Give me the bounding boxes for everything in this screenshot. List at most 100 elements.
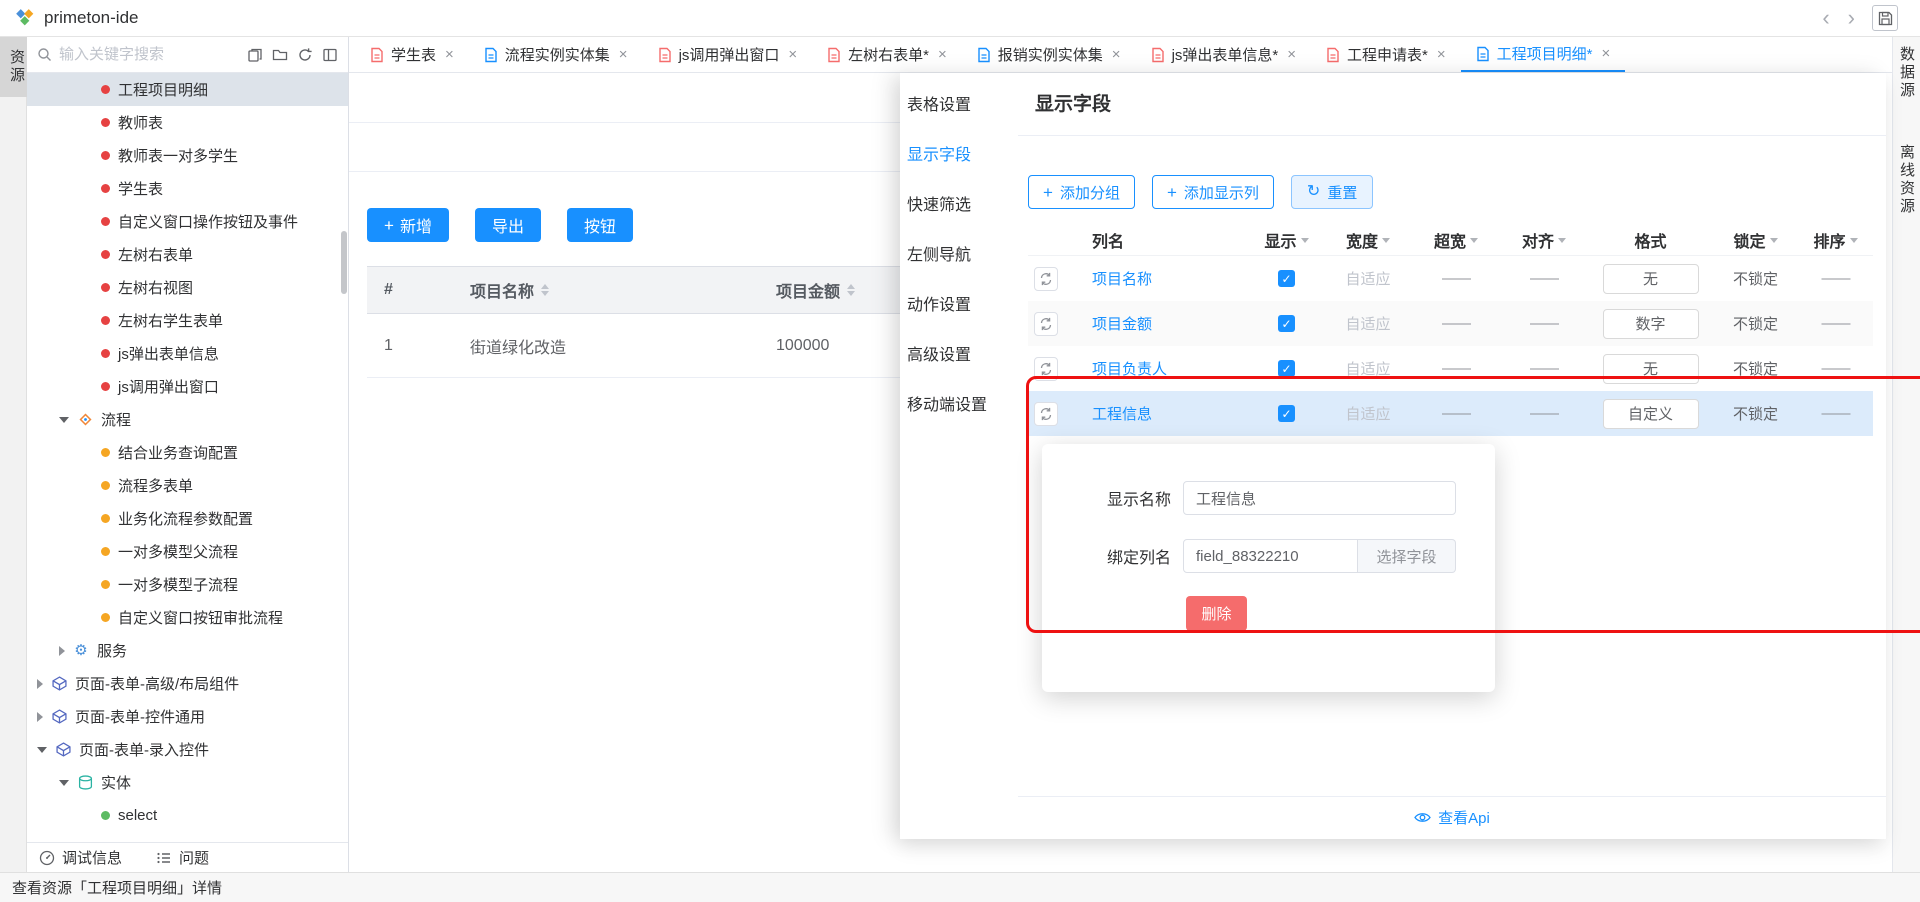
table-row[interactable]: 1 街道绿化改造 100000: [367, 314, 900, 378]
overwide-value[interactable]: ——: [1412, 270, 1500, 287]
folder-icon[interactable]: [272, 47, 288, 63]
dock-tab-datasource[interactable]: 数据源: [1896, 46, 1917, 100]
tree-item-16[interactable]: 自定义窗口按钮审批流程: [27, 601, 348, 634]
drawer-menu-item-2[interactable]: 快速筛选: [900, 178, 1018, 228]
display-col-header-6[interactable]: 锁定: [1713, 228, 1798, 252]
drawer-menu-item-4[interactable]: 动作设置: [900, 278, 1018, 328]
tree-item-7[interactable]: 左树右学生表单: [27, 304, 348, 337]
problems-button[interactable]: 问题: [156, 847, 209, 868]
save-icon[interactable]: [1872, 5, 1898, 31]
format-button[interactable]: 无: [1603, 354, 1699, 384]
tree-item-1[interactable]: 教师表: [27, 106, 348, 139]
tree-item-18[interactable]: 页面-表单-高级/布局组件: [27, 667, 348, 700]
tab-6[interactable]: 工程申请表* ×: [1311, 37, 1461, 72]
add-group-button[interactable]: +添加分组: [1028, 175, 1135, 209]
col-header-project-amount[interactable]: 项目金额: [759, 278, 900, 302]
sort-value[interactable]: ——: [1798, 270, 1873, 287]
tab-0[interactable]: 学生表 ×: [355, 37, 469, 72]
tab-close-icon[interactable]: ×: [938, 46, 947, 63]
chevron-down-icon[interactable]: [1558, 238, 1566, 243]
lock-value[interactable]: 不锁定: [1713, 403, 1798, 424]
tab-close-icon[interactable]: ×: [1437, 46, 1446, 63]
chevron-right-icon[interactable]: [37, 679, 43, 689]
copy-icon[interactable]: [247, 47, 263, 63]
tab-3[interactable]: 左树右表单* ×: [812, 37, 962, 72]
overwide-value[interactable]: ——: [1412, 360, 1500, 377]
tab-close-icon[interactable]: ×: [1601, 45, 1610, 62]
select-field-button[interactable]: 选择字段: [1358, 539, 1456, 573]
sync-icon[interactable]: [1034, 357, 1058, 381]
tab-close-icon[interactable]: ×: [445, 46, 454, 63]
overwide-value[interactable]: ——: [1412, 405, 1500, 422]
debug-info-button[interactable]: 调试信息: [39, 847, 122, 868]
tab-close-icon[interactable]: ×: [619, 46, 628, 63]
tree-item-20[interactable]: 页面-表单-录入控件: [27, 733, 348, 766]
collapse-panel-icon[interactable]: [322, 47, 338, 63]
sort-value[interactable]: ——: [1798, 315, 1873, 332]
tab-2[interactable]: js调用弹出窗口 ×: [643, 37, 813, 72]
chevron-down-icon[interactable]: [59, 780, 69, 786]
display-col-header-7[interactable]: 排序: [1798, 228, 1873, 252]
display-name-input[interactable]: [1183, 481, 1456, 515]
tree-item-4[interactable]: 自定义窗口操作按钮及事件: [27, 205, 348, 238]
tree-item-2[interactable]: 教师表一对多学生: [27, 139, 348, 172]
tab-4[interactable]: 报销实例实体集 ×: [962, 37, 1136, 72]
width-value[interactable]: 自适应: [1324, 313, 1412, 334]
tab-close-icon[interactable]: ×: [788, 46, 797, 63]
visible-checkbox[interactable]: ✓: [1278, 405, 1295, 422]
tree-item-17[interactable]: ⚙服务: [27, 634, 348, 667]
tab-5[interactable]: js弹出表单信息* ×: [1136, 37, 1311, 72]
sync-icon[interactable]: [1034, 312, 1058, 336]
overwide-value[interactable]: ——: [1412, 315, 1500, 332]
display-col-header-2[interactable]: 宽度: [1324, 228, 1412, 252]
tree-item-22[interactable]: select: [27, 799, 348, 832]
drawer-menu-item-1[interactable]: 显示字段: [900, 128, 1018, 178]
drawer-menu-item-5[interactable]: 高级设置: [900, 328, 1018, 378]
tab-close-icon[interactable]: ×: [1287, 46, 1296, 63]
delete-button[interactable]: 删除: [1186, 596, 1247, 631]
add-button[interactable]: +新增: [367, 208, 449, 242]
view-api-link[interactable]: 查看Api: [1018, 807, 1886, 828]
sort-value[interactable]: ——: [1798, 360, 1873, 377]
chevron-down-icon[interactable]: [1770, 238, 1778, 243]
display-col-header-1[interactable]: 显示: [1249, 228, 1324, 252]
chevron-down-icon[interactable]: [1382, 238, 1390, 243]
drawer-menu-item-0[interactable]: 表格设置: [900, 78, 1018, 128]
tree-item-14[interactable]: 一对多模型父流程: [27, 535, 348, 568]
tree-item-10[interactable]: 流程: [27, 403, 348, 436]
width-value[interactable]: 自适应: [1324, 358, 1412, 379]
tab-1[interactable]: 流程实例实体集 ×: [469, 37, 643, 72]
lock-value[interactable]: 不锁定: [1713, 313, 1798, 334]
chevron-down-icon[interactable]: [59, 417, 69, 423]
visible-checkbox[interactable]: ✓: [1278, 270, 1295, 287]
sort-value[interactable]: ——: [1798, 405, 1873, 422]
lock-value[interactable]: 不锁定: [1713, 358, 1798, 379]
column-name-link[interactable]: 项目名称: [1092, 268, 1152, 289]
tree-item-19[interactable]: 页面-表单-控件通用: [27, 700, 348, 733]
format-button[interactable]: 无: [1603, 264, 1699, 294]
width-value[interactable]: 自适应: [1324, 268, 1412, 289]
chevron-down-icon[interactable]: [1470, 238, 1478, 243]
add-display-column-button[interactable]: +添加显示列: [1152, 175, 1274, 209]
align-value[interactable]: ——: [1500, 405, 1588, 422]
format-button[interactable]: 自定义: [1603, 399, 1699, 429]
reset-button[interactable]: ↻重置: [1291, 175, 1373, 209]
tree-item-11[interactable]: 结合业务查询配置: [27, 436, 348, 469]
custom-button[interactable]: 按钮: [567, 208, 633, 242]
tree-item-21[interactable]: 实体: [27, 766, 348, 799]
tree-item-12[interactable]: 流程多表单: [27, 469, 348, 502]
drawer-menu-item-6[interactable]: 移动端设置: [900, 378, 1018, 428]
lock-value[interactable]: 不锁定: [1713, 268, 1798, 289]
chevron-down-icon[interactable]: [1850, 238, 1858, 243]
tree-item-15[interactable]: 一对多模型子流程: [27, 568, 348, 601]
tab-close-icon[interactable]: ×: [1112, 46, 1121, 63]
sync-icon[interactable]: [1034, 267, 1058, 291]
display-col-header-3[interactable]: 超宽: [1412, 228, 1500, 252]
tree-item-6[interactable]: 左树右视图: [27, 271, 348, 304]
nav-back-icon[interactable]: ‹: [1813, 7, 1838, 29]
column-name-link[interactable]: 工程信息: [1092, 403, 1152, 424]
dock-tab-offline-resources[interactable]: 离线资源: [1896, 144, 1917, 216]
bind-column-input[interactable]: [1183, 539, 1358, 573]
drawer-menu-item-3[interactable]: 左侧导航: [900, 228, 1018, 278]
width-value[interactable]: 自适应: [1324, 403, 1412, 424]
